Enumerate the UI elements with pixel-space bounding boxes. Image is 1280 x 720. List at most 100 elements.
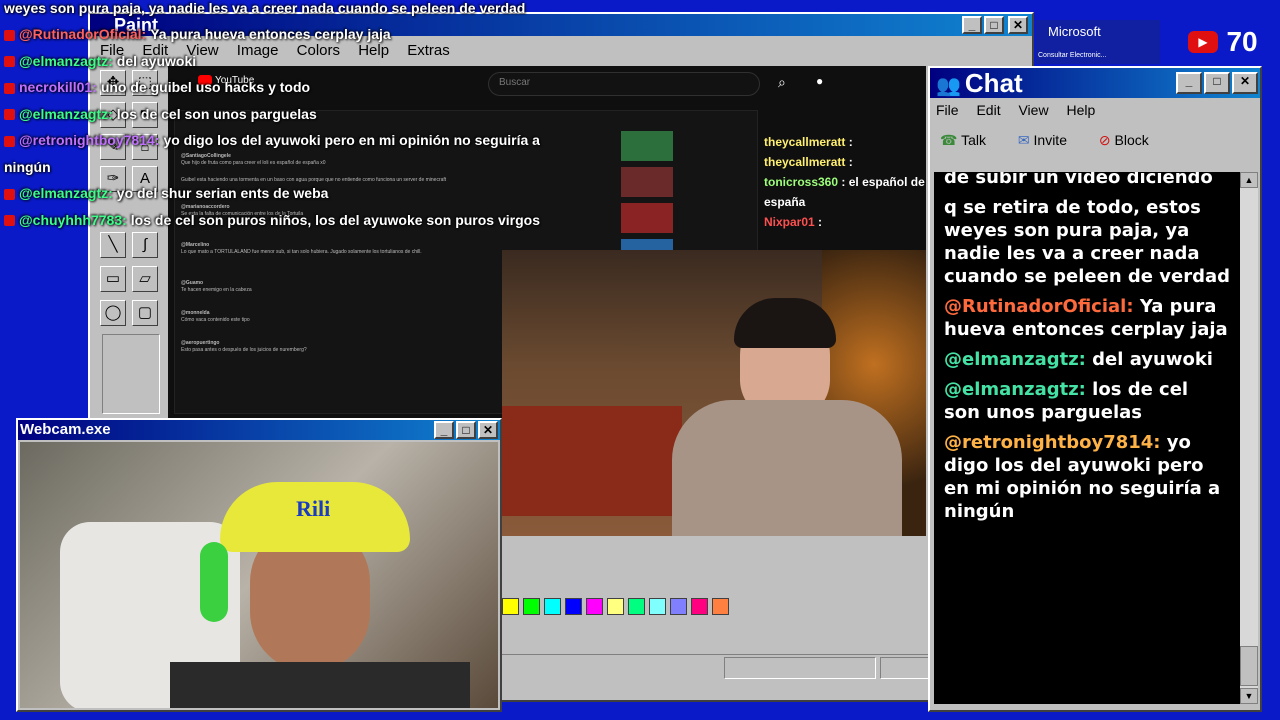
overlay-message: yo del shur serian ents de weba [116, 185, 329, 201]
stream-overlay-chat: theycallmeratt : theycallmeratt : tonicr… [764, 132, 926, 232]
curve-tool[interactable]: ∫ [132, 232, 158, 258]
video-thumb[interactable] [621, 203, 673, 233]
streamer-video [502, 250, 926, 536]
overlay-username: @RutinadorOficial: [19, 26, 147, 42]
scroll-thumb[interactable] [1240, 646, 1258, 686]
chat-message: @elmanzagtz: del ayuwoki [944, 349, 1213, 370]
video-thumb[interactable] [621, 131, 673, 161]
overlay-message: yo digo los del ayuwoki pero en mi opini… [163, 132, 540, 148]
polygon-tool[interactable]: ▱ [132, 266, 158, 292]
overlay-line: theycallmeratt : [764, 155, 853, 169]
streamer-body [672, 400, 902, 536]
search-icon[interactable]: ⌕ [778, 74, 786, 91]
maximize-button[interactable]: □ [984, 16, 1004, 34]
palette-swatch[interactable] [607, 598, 624, 615]
paint-menubar: File Edit View Image Colors Help Extras [100, 42, 1032, 59]
menu-colors[interactable]: Colors [297, 42, 340, 59]
palette-swatch[interactable] [523, 598, 540, 615]
close-button[interactable]: ✕ [1008, 16, 1028, 34]
chat-menu-file[interactable]: File [936, 102, 959, 118]
overlay-line: theycallmeratt : [764, 135, 853, 149]
green-headset [200, 542, 228, 622]
palette-swatch[interactable] [565, 598, 582, 615]
palette-swatch[interactable] [586, 598, 603, 615]
chat-message: @elmanzagtz: los de cel son unos parguel… [944, 379, 1189, 423]
search-placeholder: Buscar [499, 77, 531, 88]
overlay-line: Nixpar01 : [764, 215, 823, 229]
talk-button[interactable]: ☎ Talk [940, 132, 986, 148]
invite-icon: ✉ [1017, 132, 1030, 148]
talk-icon: ☎ [940, 132, 958, 148]
ellipse-tool[interactable]: ◯ [100, 300, 126, 326]
minimize-button[interactable]: _ [962, 16, 982, 34]
streamer-hair [734, 298, 836, 348]
chat-scrollbar[interactable]: ▲ ▼ [1240, 172, 1258, 704]
chat-menu-view[interactable]: View [1018, 102, 1048, 118]
menu-image[interactable]: Image [237, 42, 279, 59]
overlay-message: Ya pura hueva entonces cerplay jaja [150, 26, 391, 42]
chat-menu-edit[interactable]: Edit [976, 102, 1000, 118]
chat-message: @retronightboy7814: yo digo los del ayuw… [944, 432, 1221, 522]
overlay-username: @chuyhhh7783: [19, 211, 127, 228]
webcam-title: Webcam.exe [20, 421, 111, 438]
chat-message: @RutinadorOficial: Ya pura hueva entonce… [944, 296, 1228, 340]
chat-messages: de subir un video diciendo q se retira d… [934, 172, 1240, 704]
badge-icon [4, 215, 15, 227]
overlay-message: ningún [4, 158, 51, 175]
tool-options-box [102, 334, 160, 414]
overlay-top-line: weyes son pura paja, ya nadie les va a c… [4, 0, 526, 16]
line-tool[interactable]: ╲ [100, 232, 126, 258]
chat-titlebar[interactable]: 👥 Chat _ □ ✕ [930, 68, 1260, 98]
palette-swatch[interactable] [544, 598, 561, 615]
overlay-chat-line: @elmanzagtz: yo del shur serian ents de w… [4, 185, 328, 201]
invite-button[interactable]: ✉ Invite [1018, 132, 1067, 148]
chat-maximize-button[interactable]: □ [1204, 72, 1230, 94]
menu-help[interactable]: Help [358, 42, 389, 59]
overlay-chat-line: @RutinadorOficial: Ya pura hueva entonces… [4, 26, 391, 42]
sofa [502, 406, 682, 516]
microphone-icon[interactable]: ● [816, 74, 823, 88]
palette-swatch[interactable] [649, 598, 666, 615]
overlay-username: @elmanzagtz: [19, 185, 113, 201]
people-icon: 👥 [936, 75, 961, 97]
rectangle-tool[interactable]: ▭ [100, 266, 126, 292]
palette-swatch[interactable] [628, 598, 645, 615]
block-icon: ⊘ [1098, 132, 1111, 148]
overlay-username: @elmanzagtz: [19, 52, 113, 69]
menu-extras[interactable]: Extras [407, 42, 450, 59]
chat-menu-help[interactable]: Help [1066, 102, 1095, 118]
overlay-username: necrokill01: [19, 79, 97, 95]
chat-minimize-button[interactable]: _ [1176, 72, 1202, 94]
webcam-titlebar[interactable]: Webcam.exe _ □ ✕ [18, 420, 500, 440]
search-box[interactable]: Buscar [488, 72, 760, 96]
webcam-maximize-button[interactable]: □ [456, 421, 476, 439]
palette-swatch[interactable] [712, 598, 729, 615]
scroll-up-arrow[interactable]: ▲ [1240, 172, 1258, 188]
overlay-chat-line: ningún [4, 159, 51, 175]
overlay-username: @elmanzagtz: [19, 105, 113, 122]
block-button[interactable]: ⊘ Block [1099, 132, 1149, 148]
scroll-down-arrow[interactable]: ▼ [1240, 688, 1258, 704]
palette-swatch[interactable] [670, 598, 687, 615]
palette-swatch[interactable] [502, 598, 519, 615]
comment: Guibel esta haciendo una tormenta en un … [181, 177, 447, 183]
youtube-icon: ▶ [1188, 31, 1218, 53]
webcam-close-button[interactable]: ✕ [478, 421, 498, 439]
badge-icon [4, 56, 15, 68]
rounded-rect-tool[interactable]: ▢ [132, 300, 158, 326]
chat-message-partial: de subir un video diciendo [944, 172, 1213, 188]
overlay-line: tonicross360 : el español de españa [764, 175, 925, 209]
overlay-message: uno de guibel uso hacks y todo [100, 79, 311, 95]
chat-window: 👥 Chat _ □ ✕ File Edit View Help ☎ Talk ✉… [928, 66, 1262, 712]
video-thumb[interactable] [621, 167, 673, 197]
person-shirt [170, 662, 470, 708]
palette-swatch[interactable] [691, 598, 708, 615]
badge-icon [4, 82, 15, 94]
msn-brand: Microsoft [1048, 24, 1101, 39]
overlay-chat-line: @elmanzagtz: del ayuwoki [4, 53, 196, 69]
chat-title: Chat [964, 68, 1023, 98]
yellow-cap: Rili [220, 482, 410, 552]
chat-close-button[interactable]: ✕ [1232, 72, 1258, 94]
webcam-minimize-button[interactable]: _ [434, 421, 454, 439]
overlay-message: los de cel son unos parguelas [116, 105, 317, 122]
